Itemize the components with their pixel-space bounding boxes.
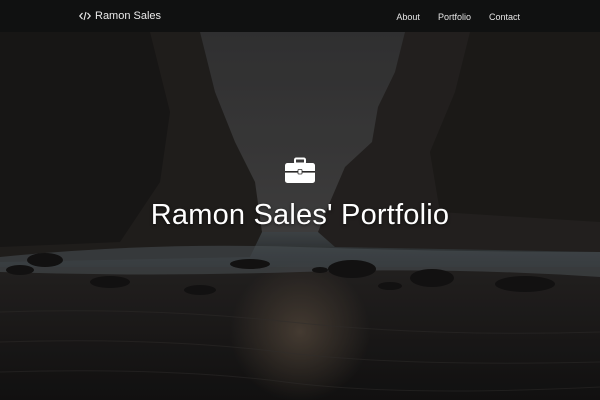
nav-item-about: About — [396, 7, 420, 25]
nav-link-portfolio[interactable]: Portfolio — [438, 12, 471, 22]
code-icon — [79, 11, 91, 21]
briefcase-icon — [285, 157, 315, 183]
nav-link-contact[interactable]: Contact — [489, 12, 520, 22]
hero-title: Ramon Sales' Portfolio — [150, 199, 450, 231]
navbar: Ramon Sales About Portfolio Contact — [0, 0, 600, 32]
nav-item-portfolio: Portfolio — [438, 7, 471, 25]
nav-links: About Portfolio Contact — [396, 0, 520, 32]
hero-section: Ramon Sales' Portfolio — [0, 32, 600, 400]
nav-link-about[interactable]: About — [396, 12, 420, 22]
brand-link[interactable]: Ramon Sales — [79, 0, 161, 32]
nav-item-contact: Contact — [489, 7, 520, 25]
brand-label: Ramon Sales — [95, 10, 162, 22]
